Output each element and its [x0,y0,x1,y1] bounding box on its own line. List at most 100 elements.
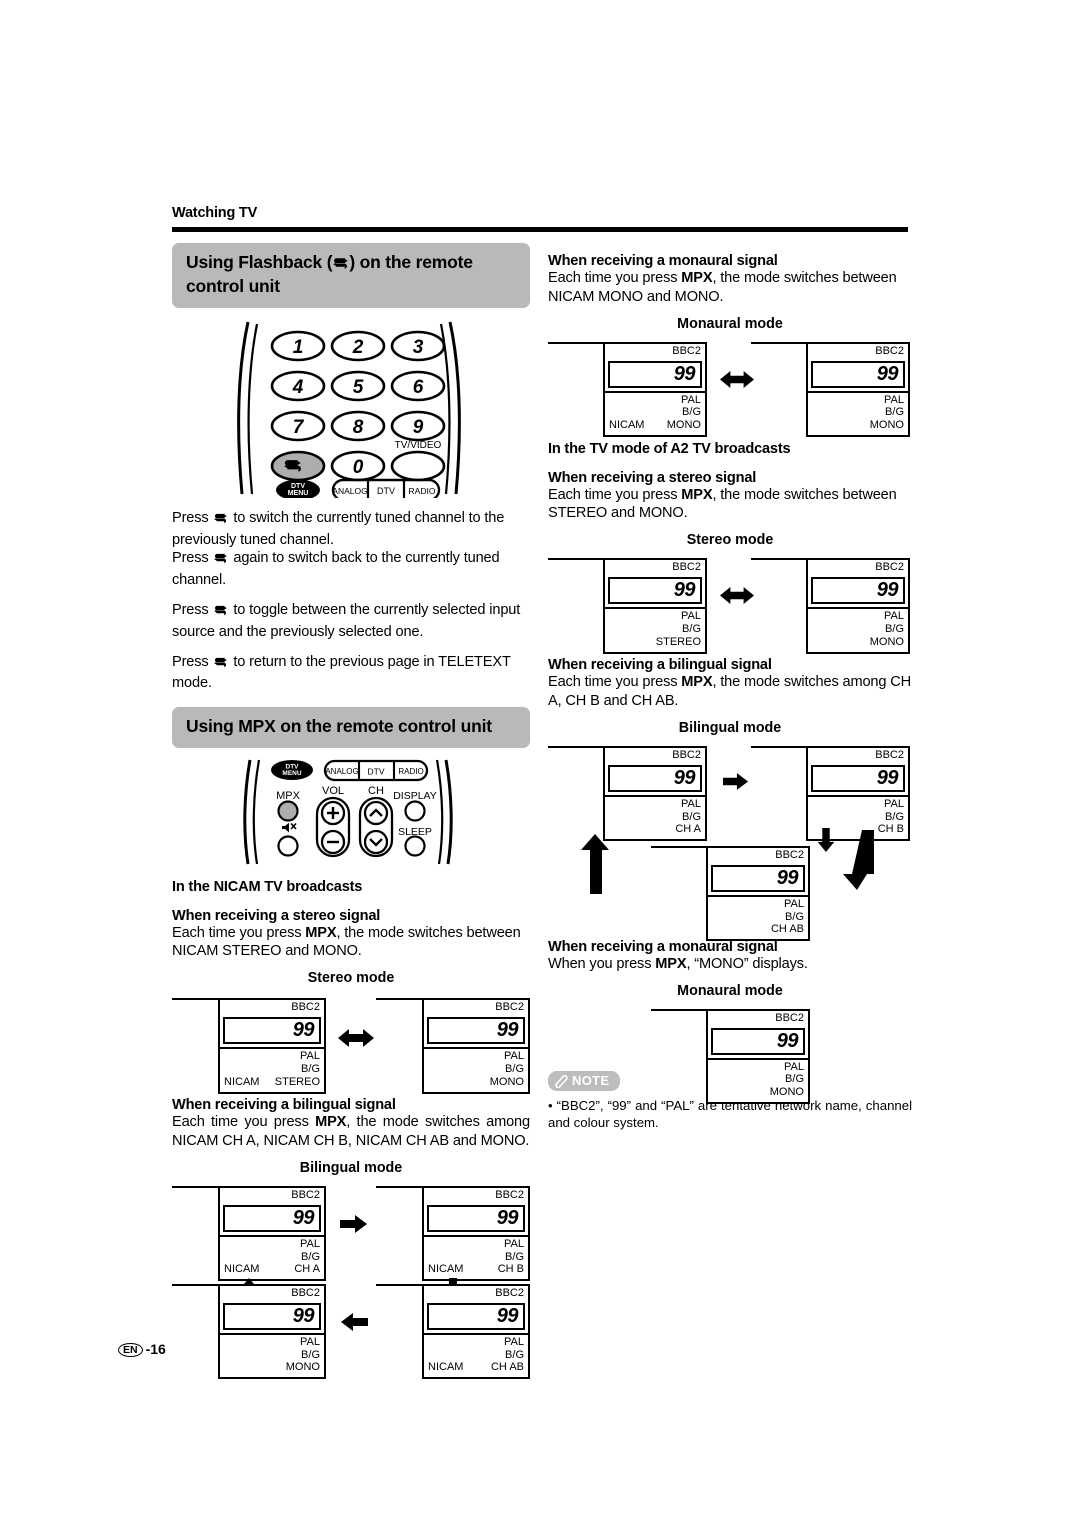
osd-left-label: NICAM [609,419,645,432]
para4-pre: Press [172,653,213,670]
osd-panel: BBC2 99 PAL B/G MONO [376,998,530,1094]
osd-network: BBC2 [875,748,904,761]
osd-system: PAL [504,1237,524,1250]
flashback-paragraph-1: Press to switch the currently tuned chan… [172,509,530,550]
caption-a2-bilingual-mode: Bilingual mode [678,719,782,736]
osd-network: BBC2 [495,1001,524,1014]
osd-channel: 99 [876,766,899,789]
arrow-right-icon [340,1214,368,1234]
text-nicam-bilingual: Each time you press MPX, the mode switch… [172,1114,530,1149]
mpx-bold: MPX [681,486,713,503]
osd-band: B/G [301,1062,320,1075]
svg-text:1: 1 [293,337,304,358]
osd-network: BBC2 [672,344,701,357]
osd-mode: MONO [769,1086,804,1099]
section-title-flashback-pre: Using Flashback ( [186,252,333,272]
osd-mode: MONO [489,1075,524,1088]
osd-band: B/G [505,1062,524,1075]
osd-channel: 99 [673,362,696,385]
svg-text:CH: CH [368,785,384,797]
manual-page: Watching TV Using Flashback () on the re… [0,0,1080,1528]
heading-nicam-stereo: When receiving a stereo signal [172,907,381,924]
osd-grid-nicam-bilingual: BBC2 99 PAL B/G NICAM CH A BBC2 99 PAL B… [172,1182,530,1380]
page-header: Watching TV [172,205,908,232]
svg-text:DTV: DTV [367,766,384,776]
osd-panel: BBC2 99 PAL B/G CH AB [651,845,810,942]
arrow-left-icon [838,829,890,892]
osd-left-label: NICAM [224,1075,260,1088]
svg-text:2: 2 [352,337,364,358]
heading-nicam-monaural: When receiving a monaural signal [548,253,778,269]
mpx-bold: MPX [655,955,687,972]
mpx-bold: MPX [315,1114,347,1131]
caption-monaural-mode: Monaural mode [677,315,783,332]
osd-channel: 99 [292,1206,315,1229]
flashback-paragraph-4: Press to return to the previous page in … [172,653,530,694]
osd-row-nicam-monaural: BBC2 99 PAL B/G NICAM MONO BBC2 99 PAL B… [548,338,912,438]
osd-left-label: NICAM [428,1263,464,1276]
osd-band: B/G [885,406,904,419]
caption-bilingual-mode: Bilingual mode [299,1159,403,1176]
osd-mode: CH A [675,823,701,836]
svg-text:VOL: VOL [321,785,343,797]
flashback-icon [332,255,349,276]
flashback-paragraph-3: Press to toggle between the currently se… [172,601,530,642]
flashback-paragraph-2: Press again to switch back to the curren… [172,549,530,590]
osd-band: B/G [682,810,701,823]
running-head: Watching TV [172,205,258,221]
osd-panel: BBC2 99 PAL B/G MONO [172,1283,326,1380]
osd-channel: 99 [292,1019,315,1042]
osd-network: BBC2 [495,1188,524,1201]
svg-text:MPX: MPX [276,790,301,802]
osd-mode: STEREO [655,635,701,648]
remote-diagram-mpx: DTV MENU ANALOG DTV RADIO MPX VOL CH DIS… [234,758,469,866]
osd-band: B/G [785,1073,804,1086]
osd-panel: BBC2 99 PAL B/G MONO [751,558,910,654]
osd-system: PAL [504,1335,524,1348]
osd-network: BBC2 [291,1001,320,1014]
page-footer: EN -16 [118,1341,166,1357]
svg-text:MENU: MENU [288,490,309,497]
osd-band: B/G [682,623,701,635]
osd-network: BBC2 [291,1188,320,1201]
osd-band: B/G [785,910,804,923]
para2-pre: Press [172,550,213,567]
osd-band: B/G [301,1348,320,1361]
remote-diagram-flashback: 1 2 3 4 5 6 7 8 9 0 TV/VIDEO DTV MENU ANALOG D… [226,318,476,501]
osd-band: B/G [682,406,701,419]
osd-channel: 99 [876,579,899,602]
note-bullet: • [548,1097,553,1113]
osd-channel: 99 [876,362,899,385]
double-arrow-icon [720,370,754,389]
mpx-bold: MPX [681,674,713,691]
osd-row-a2-monaural: BBC2 99 PAL B/G MONO [548,1005,912,1105]
osd-panel: BBC2 99 PAL B/G MONO [651,1008,810,1105]
loop-arrow-icon [576,832,622,894]
svg-text:ANALOG: ANALOG [325,767,358,776]
osd-channel: 99 [673,766,696,789]
text-a2-bilingual: Each time you press MPX, the mode switch… [548,674,912,710]
osd-system: PAL [300,1050,320,1063]
svg-text:DTV: DTV [377,486,395,496]
page-number: -16 [145,1341,166,1357]
caption-a2-stereo-mode: Stereo mode [686,532,774,549]
osd-system: PAL [300,1335,320,1348]
section-title-flashback: Using Flashback () on the remote control… [172,243,530,308]
heading-a2-bilingual: When receiving a bilingual signal [548,657,772,674]
osd-system: PAL [681,393,701,406]
osd-system: PAL [784,1060,804,1073]
osd-mode: CH B [497,1263,524,1276]
osd-band: B/G [885,623,904,635]
osd-mode: MONO [869,419,904,432]
osd-channel: 99 [776,1029,799,1052]
osd-band: B/G [885,810,904,823]
osd-band: B/G [505,1348,524,1361]
svg-text:9: 9 [413,417,424,438]
osd-left-label: NICAM [428,1361,464,1374]
svg-text:TV/VIDEO: TV/VIDEO [395,440,442,451]
right-column: When receiving a monaural signal Each ti… [548,243,912,1131]
arrow-down-icon [816,827,836,852]
osd-system: PAL [504,1050,524,1063]
svg-text:MENU: MENU [282,770,301,777]
osd-network: BBC2 [875,561,904,574]
